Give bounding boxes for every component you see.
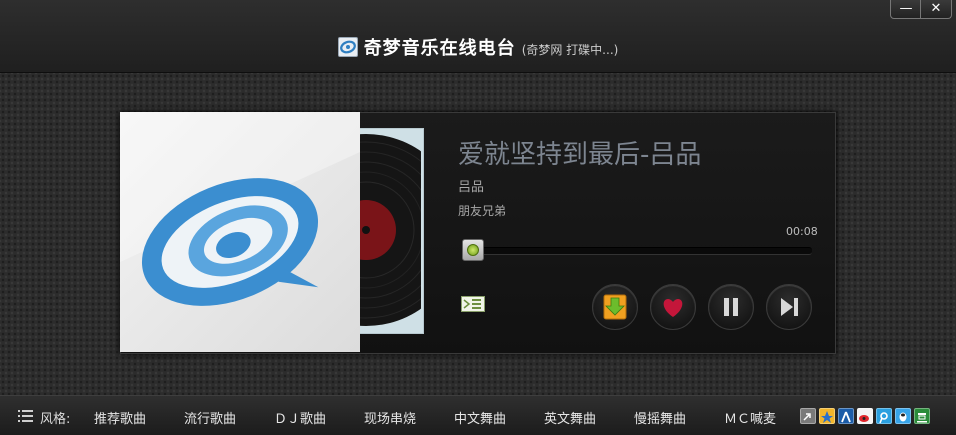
genre-english-dance[interactable]: 英文舞曲 <box>544 408 596 427</box>
genre-chinese-dance[interactable]: 中文舞曲 <box>454 408 506 427</box>
qq-icon[interactable] <box>895 408 911 424</box>
artist-name: 吕品 <box>458 180 485 195</box>
status-text: (奇梦网 打碟中...) <box>521 43 619 57</box>
style-label: 风格: <box>40 412 71 427</box>
genre-live-medley[interactable]: 现场串烧 <box>364 408 416 427</box>
list-icon <box>463 299 471 309</box>
genre-dj[interactable]: ＤＪ歌曲 <box>274 408 326 427</box>
share-icon[interactable] <box>800 408 816 424</box>
album-cover <box>120 112 360 352</box>
genre-mc[interactable]: ＭＣ喊麦 <box>724 408 776 427</box>
download-button[interactable] <box>592 284 638 330</box>
progress-bar[interactable] <box>462 247 812 255</box>
pause-icon <box>724 298 738 316</box>
next-track-icon <box>781 298 798 316</box>
qimeng-logo-icon <box>120 112 360 306</box>
knob-indicator-icon <box>466 244 479 256</box>
window-title: 奇梦音乐在线电台 (奇梦网 打碟中...) <box>0 34 956 60</box>
like-button[interactable] <box>650 284 696 330</box>
renren-icon[interactable] <box>838 408 854 424</box>
title-bar: 奇梦音乐在线电台 (奇梦网 打碟中...) — ✕ <box>0 0 956 73</box>
download-icon <box>603 294 627 320</box>
menu-icon[interactable] <box>18 410 33 422</box>
qzone-icon[interactable] <box>819 408 835 424</box>
tencent-weibo-icon[interactable] <box>876 408 892 424</box>
genre-recommended[interactable]: 推荐歌曲 <box>94 408 146 427</box>
douban-icon[interactable] <box>914 408 930 424</box>
genre-slow-rock[interactable]: 慢摇舞曲 <box>634 408 686 427</box>
playlist-button[interactable] <box>461 296 485 312</box>
close-button[interactable]: ✕ <box>920 0 952 19</box>
album-name: 朋友兄弟 <box>458 204 507 218</box>
weibo-icon[interactable] <box>857 408 873 424</box>
heart-icon <box>663 299 683 317</box>
next-button[interactable] <box>766 284 812 330</box>
genre-pop[interactable]: 流行歌曲 <box>184 408 236 427</box>
elapsed-time: 00:08 <box>786 225 818 238</box>
app-title-text: 奇梦音乐在线电台 <box>363 38 516 59</box>
song-title: 爱就坚持到最后-吕品 <box>458 140 702 170</box>
pause-button[interactable] <box>708 284 754 330</box>
progress-knob[interactable] <box>461 239 484 261</box>
minimize-button[interactable]: — <box>890 0 922 19</box>
app-logo-icon <box>337 37 358 57</box>
